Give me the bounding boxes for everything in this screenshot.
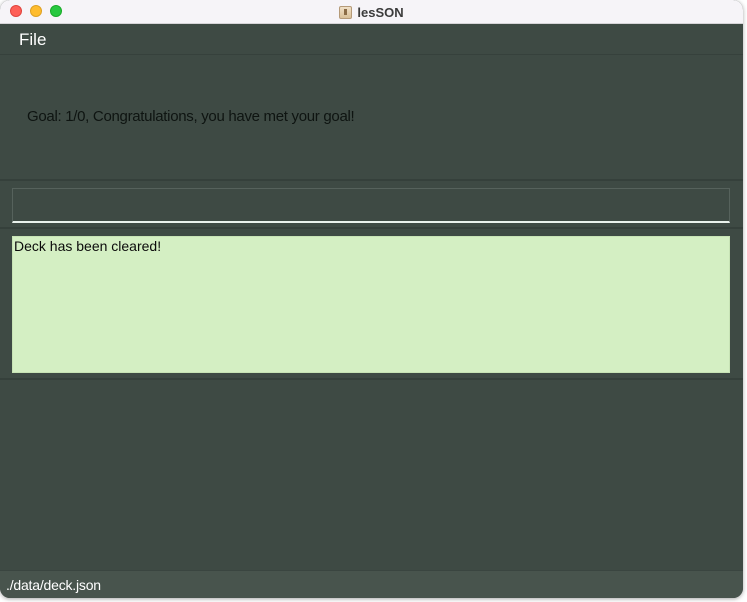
save-location-path: ./data/deck.json <box>6 577 101 593</box>
title-bar: lesSON <box>0 0 743 24</box>
goal-status-text: Goal: 1/0, Congratulations, you have met… <box>27 108 355 125</box>
menu-bar: File <box>0 24 743 55</box>
command-box-area <box>0 182 743 229</box>
window-title: lesSON <box>357 4 404 20</box>
status-bar: ./data/deck.json <box>0 570 743 598</box>
file-menu[interactable]: File <box>11 28 54 52</box>
goal-panel: Goal: 1/0, Congratulations, you have met… <box>0 56 743 181</box>
result-display: Deck has been cleared! <box>12 236 730 373</box>
window-title-group: lesSON <box>0 0 743 24</box>
app-icon <box>339 5 353 19</box>
app-window: lesSON File Goal: 1/0, Congratulations, … <box>0 0 743 598</box>
command-input[interactable] <box>12 188 730 223</box>
result-display-area: Deck has been cleared! <box>0 230 743 380</box>
